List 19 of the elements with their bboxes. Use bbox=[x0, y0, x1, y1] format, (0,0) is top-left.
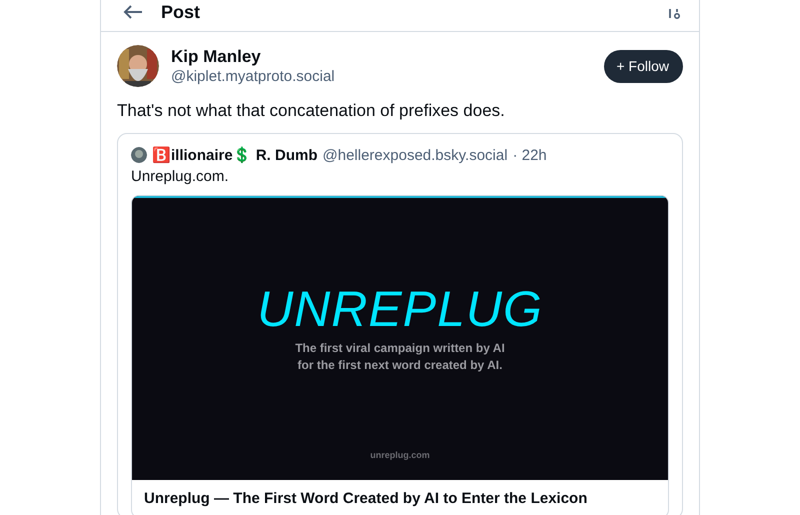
back-arrow-icon[interactable] bbox=[123, 5, 143, 19]
quoted-author-handle[interactable]: @hellerexposed.bsky.social bbox=[322, 146, 508, 164]
sliders-icon[interactable] bbox=[667, 9, 681, 19]
follow-button[interactable]: + Follow bbox=[604, 50, 683, 82]
link-card[interactable]: UNREPLUG The first viral campaign written by AI for the first next word created by AI. unreplug.com Unreplug — The First Word Created by AI to Enter the Lexicon bbox=[131, 195, 669, 515]
link-title: Unreplug — The First Word Created by AI to Enter the Lexicon bbox=[143, 489, 588, 509]
headline: UNREPLUG bbox=[257, 284, 543, 334]
page-title: Post bbox=[161, 2, 200, 22]
tagline: The first viral campaign written by AI for the first next word created by AI. bbox=[295, 340, 505, 374]
avatar[interactable] bbox=[131, 147, 147, 163]
author-name[interactable]: Kip Manley bbox=[171, 47, 592, 67]
quoted-author-name[interactable]: 🅱illionaire💲 R. Dumb bbox=[152, 146, 318, 164]
site-url: unreplug.com bbox=[370, 450, 430, 460]
quoted-post[interactable] bbox=[117, 133, 683, 515]
avatar[interactable] bbox=[117, 45, 159, 87]
quoted-post-text: Unreplug.com. bbox=[131, 168, 230, 185]
post-time: · 22h bbox=[512, 146, 547, 164]
post-text: That's not what that concatenation of prefixes does. bbox=[117, 101, 506, 121]
author-handle[interactable]: @kiplet.myatproto.social bbox=[171, 68, 592, 85]
